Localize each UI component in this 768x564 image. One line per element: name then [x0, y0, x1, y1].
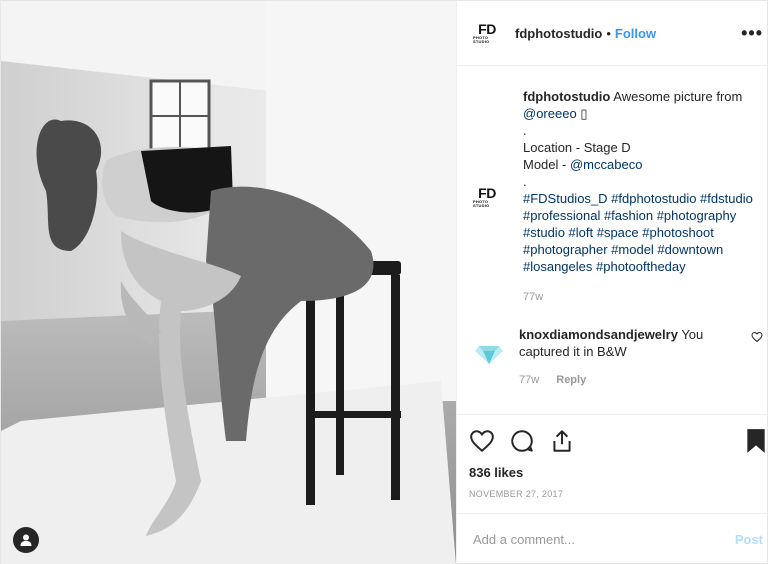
photo-image — [1, 1, 456, 564]
comment-time: 77w — [519, 374, 540, 386]
logo-subtext: PHOTO STUDIO — [473, 34, 490, 44]
add-comment-bar: Add a comment... Post — [457, 513, 768, 564]
header-separator: • — [606, 25, 611, 41]
bookmark-icon[interactable] — [745, 428, 767, 459]
caption-bullet-2: . — [523, 174, 527, 189]
share-icon[interactable] — [549, 428, 575, 459]
caption-bullet: . — [523, 123, 527, 138]
caption-location: Location - Stage D — [523, 140, 631, 155]
caption-avatar[interactable]: FD PHOTO STUDIO — [473, 183, 501, 211]
logo-text: FD — [478, 184, 496, 201]
diamond-icon — [475, 346, 503, 364]
comment-input[interactable]: Add a comment... — [473, 532, 735, 547]
comment-username[interactable]: knoxdiamondsandjewelry — [519, 327, 678, 342]
likes-count[interactable]: 836 likes — [469, 465, 767, 480]
caption-intro: Awesome picture from — [613, 89, 743, 104]
caption: FD PHOTO STUDIO fdphotostudio Awesome pi… — [473, 88, 763, 306]
heart-icon[interactable] — [469, 428, 495, 459]
header-username[interactable]: fdphotostudio — [515, 26, 602, 41]
post-modal: FD PHOTO STUDIO fdphotostudio • Follow •… — [0, 0, 768, 564]
caption-mention[interactable]: @oreeeo — [523, 106, 577, 121]
more-icon[interactable]: ••• — [741, 23, 763, 44]
caption-model-mention[interactable]: @mccabeco — [570, 157, 642, 172]
follow-button[interactable]: Follow — [615, 26, 656, 41]
comment-text: knoxdiamondsandjewelry You captured it i… — [519, 326, 719, 360]
comment-like-icon[interactable] — [751, 330, 763, 348]
reply-button[interactable]: Reply — [556, 374, 586, 386]
post-actions: 836 likes NOVEMBER 27, 2017 — [457, 414, 768, 513]
caption-username[interactable]: fdphotostudio — [523, 89, 610, 104]
tagged-user-icon[interactable] — [13, 527, 39, 553]
comment-meta: 77w Reply — [519, 374, 719, 386]
action-icons — [469, 423, 767, 463]
post-photo[interactable] — [1, 1, 456, 564]
caption-text: fdphotostudio Awesome picture from @oree… — [523, 88, 763, 306]
caption-hashtags[interactable]: #FDStudios_D #fdphotostudio #fdstudio #p… — [523, 191, 753, 274]
post-sidebar: FD PHOTO STUDIO fdphotostudio • Follow •… — [456, 1, 768, 564]
post-header: FD PHOTO STUDIO fdphotostudio • Follow •… — [457, 1, 768, 66]
logo-subtext: PHOTO STUDIO — [473, 198, 490, 208]
post-button[interactable]: Post — [735, 532, 763, 547]
comment-icon[interactable] — [509, 428, 535, 459]
post-date: NOVEMBER 27, 2017 — [469, 489, 564, 499]
caption-glyph: ▯ — [580, 106, 588, 121]
caption-time: 77w — [523, 291, 544, 303]
avatar[interactable]: FD PHOTO STUDIO — [473, 19, 501, 47]
logo-text: FD — [478, 20, 496, 37]
commenter-avatar[interactable] — [473, 336, 505, 368]
comments-area: FD PHOTO STUDIO fdphotostudio Awesome pi… — [457, 66, 768, 414]
caption-model-label: Model - — [523, 157, 567, 172]
comment-item: knoxdiamondsandjewelry You captured it i… — [473, 326, 763, 386]
